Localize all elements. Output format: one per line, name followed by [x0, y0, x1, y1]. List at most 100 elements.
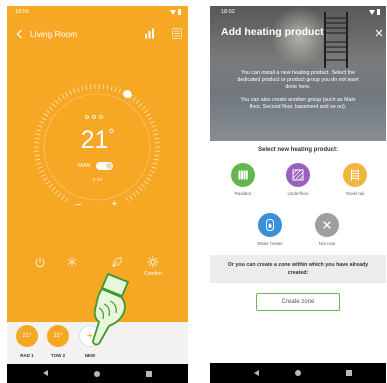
dial-tick	[110, 85, 113, 91]
settings-menu-icon[interactable]	[172, 28, 182, 39]
battery-icon	[178, 9, 181, 15]
back-triangle-icon[interactable]	[254, 369, 259, 376]
dial-tick	[54, 189, 59, 195]
dial-tick	[34, 154, 40, 157]
underfloor-label: Underfloor	[287, 191, 309, 196]
zone-prompt-line: created:	[287, 270, 309, 276]
dial-tick	[61, 194, 65, 200]
dial-tick	[145, 113, 151, 117]
toggle-knob	[106, 163, 112, 169]
towel-rail-icon	[351, 169, 359, 181]
towel-rail-option[interactable]	[343, 163, 367, 187]
zone-prompt-band	[210, 255, 386, 283]
dial-tick	[69, 90, 72, 96]
dial-tick	[81, 85, 84, 91]
android-nav-bar	[7, 364, 188, 383]
dial-tick	[45, 109, 51, 114]
snowflake-icon[interactable]	[66, 256, 78, 268]
home-circle-icon[interactable]	[295, 370, 301, 376]
area-label: 0 m²	[93, 177, 102, 182]
sun-icon[interactable]	[147, 256, 159, 268]
dial-tick	[118, 88, 121, 94]
battery-icon	[377, 9, 380, 15]
dial-tick	[153, 158, 159, 161]
manual-mode-toggle[interactable]	[96, 162, 113, 170]
dial-page-dots	[85, 115, 103, 120]
dial-tick	[135, 99, 140, 105]
temperature-unit: °	[108, 126, 115, 143]
not-now-option[interactable]	[315, 213, 339, 237]
description-line: You can install a new heating product. S…	[240, 70, 356, 76]
dial-tick	[39, 121, 45, 124]
leaf-icon[interactable]	[111, 256, 123, 268]
current-temperature: 21°	[7, 127, 188, 154]
mode-label: MAN	[78, 163, 91, 169]
dial-tick	[65, 197, 69, 202]
dial-tick	[54, 99, 59, 105]
create-zone-button[interactable]: Create zone	[256, 293, 340, 311]
description-line: You can also create another group (such …	[240, 97, 356, 103]
decrease-button[interactable]: −	[75, 199, 81, 211]
room-title: Living Room	[30, 29, 78, 39]
zone-tow2-button[interactable]: 21°	[47, 325, 69, 347]
dial-tick	[41, 117, 46, 121]
underfloor-option[interactable]	[286, 163, 310, 187]
close-icon[interactable]	[375, 29, 383, 37]
dial-tick	[65, 92, 69, 97]
water-heater-icon	[266, 219, 274, 231]
select-product-prompt: Select new heating product:	[257, 147, 338, 153]
radiator-label: Radiator	[234, 191, 252, 196]
radiator-option[interactable]	[231, 163, 255, 187]
back-arrow-icon[interactable]	[16, 29, 23, 39]
setpoint-handle[interactable]	[123, 90, 132, 99]
close-icon	[323, 221, 331, 229]
dial-tick	[57, 97, 62, 102]
dial-tick	[149, 121, 155, 124]
dial-tick	[141, 106, 146, 111]
dial-tick	[85, 84, 88, 90]
dial-tick	[154, 154, 160, 157]
wifi-icon	[369, 10, 375, 15]
dial-tick	[35, 158, 41, 161]
water-heater-label: Water heater	[257, 241, 283, 246]
water-heater-option[interactable]	[258, 213, 282, 237]
dial-tick	[39, 170, 45, 173]
not-now-label: Not now	[318, 241, 336, 246]
dial-tick	[77, 86, 80, 92]
dial-tick	[37, 166, 43, 169]
dial-tick	[90, 84, 92, 90]
page-dot	[85, 115, 89, 119]
increase-button[interactable]: +	[111, 198, 117, 210]
dial-tick	[73, 88, 76, 94]
underfloor-icon	[292, 169, 304, 181]
zone-prompt-line: Or you can create a zone within which yo…	[227, 262, 369, 268]
towel-rail-photo	[324, 12, 348, 68]
dial-tick	[102, 84, 104, 90]
dial-tick	[151, 166, 157, 169]
back-triangle-icon[interactable]	[43, 370, 48, 376]
zone-rad1-button[interactable]: 21°	[16, 325, 38, 347]
dial-tick	[152, 162, 158, 165]
dial-tick	[106, 84, 109, 90]
pointing-hand-icon	[92, 273, 129, 346]
power-icon[interactable]	[34, 256, 46, 268]
home-circle-icon[interactable]	[94, 370, 100, 377]
dial-tick	[132, 192, 137, 197]
android-nav-bar	[210, 363, 386, 383]
page-dot	[99, 115, 103, 119]
dial-tick	[141, 183, 146, 188]
page-dot	[92, 115, 96, 119]
recents-square-icon[interactable]	[346, 370, 352, 376]
radiator-icon	[238, 170, 248, 180]
add-zone-label: NEW	[84, 353, 96, 358]
dial-tick	[61, 94, 65, 100]
bar-chart-icon[interactable]	[144, 28, 156, 39]
dial-tick	[57, 192, 62, 197]
status-time: 18:02	[221, 9, 235, 15]
towel-rail-label: Towel rail	[345, 191, 365, 196]
recents-square-icon[interactable]	[146, 370, 152, 377]
dial-tick	[51, 102, 56, 107]
description-line: done here.	[285, 84, 311, 90]
dial-tick	[114, 86, 117, 92]
comfort-mode-label: Comfort	[144, 271, 162, 277]
